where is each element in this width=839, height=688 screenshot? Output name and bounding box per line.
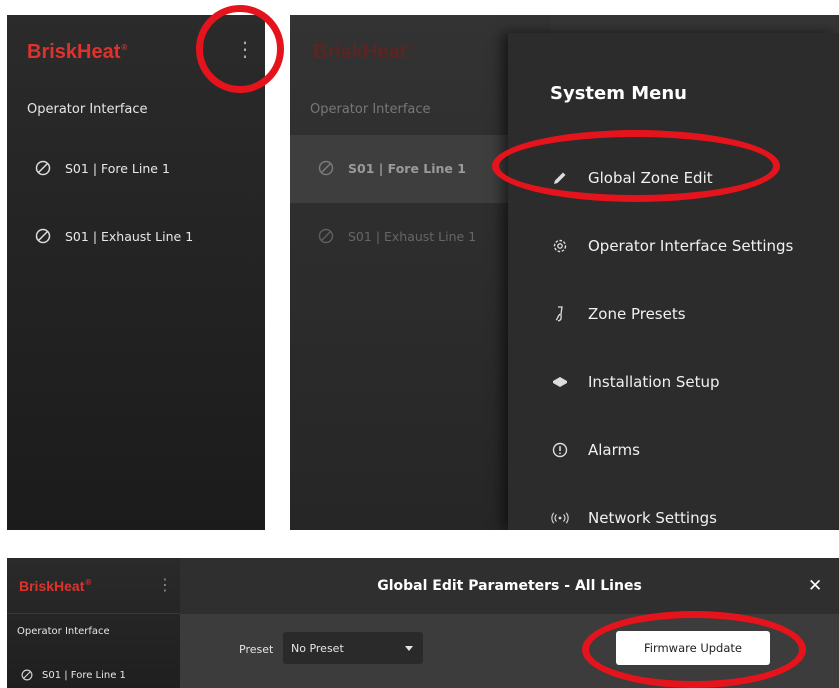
menu-item-zone-presets[interactable]: Zone Presets — [508, 286, 839, 342]
zone-item-exhaust-line[interactable]: S01 | Exhaust Line 1 — [318, 228, 476, 244]
brand-logo: BriskHeat® — [313, 41, 414, 63]
menu-item-label: Zone Presets — [588, 305, 686, 323]
preset-select[interactable]: No Preset — [283, 632, 423, 664]
installation-icon — [550, 372, 570, 392]
preset-label: Preset — [239, 643, 274, 656]
menu-item-installation-setup[interactable]: Installation Setup — [508, 354, 839, 410]
broadcast-icon — [550, 508, 570, 528]
system-menu-title: System Menu — [550, 83, 687, 104]
page-subtitle: Operator Interface — [17, 626, 110, 637]
zone-item-fore-line[interactable]: S01 | Fore Line 1 — [318, 160, 466, 176]
page-subtitle: Operator Interface — [310, 102, 431, 117]
menu-item-label: Operator Interface Settings — [588, 237, 794, 255]
zone-item-label: S01 | Exhaust Line 1 — [65, 228, 194, 244]
sidebar-divider — [7, 613, 180, 614]
page-subtitle: Operator Interface — [27, 102, 148, 117]
menu-item-operator-interface-settings[interactable]: Operator Interface Settings — [508, 218, 839, 274]
zone-item-label: S01 | Fore Line 1 — [42, 669, 126, 681]
zone-item-fore-line[interactable]: S01 | Fore Line 1 — [21, 669, 126, 681]
zone-item-fore-line[interactable]: S01 | Fore Line 1 — [35, 160, 170, 176]
ban-icon — [318, 228, 334, 244]
screenshot-panel-b: BriskHeat® Operator Interface S01 | Fore… — [290, 15, 839, 530]
menu-item-network-settings[interactable]: Network Settings — [508, 490, 839, 530]
zone-item-exhaust-line[interactable]: S01 | Exhaust Line 1 — [35, 228, 193, 244]
menu-item-label: Network Settings — [588, 509, 717, 527]
ban-icon — [318, 160, 334, 176]
brand-logo: BriskHeat® — [19, 578, 92, 594]
close-icon[interactable]: ✕ — [808, 576, 822, 596]
menu-item-label: Alarms — [588, 441, 640, 459]
highlight-ellipse-firmware-update — [582, 611, 806, 688]
zone-presets-icon — [550, 304, 570, 324]
ban-icon — [35, 160, 51, 176]
menu-item-label: Installation Setup — [588, 373, 720, 391]
highlight-circle-menu — [196, 5, 284, 93]
system-menu-drawer: System Menu Global Zone Edit Operator In… — [508, 33, 839, 530]
zone-item-label: S01 | Fore Line 1 — [348, 160, 466, 176]
menu-item-alarms[interactable]: Alarms — [508, 422, 839, 478]
dialog-header: Global Edit Parameters - All Lines ✕ — [180, 558, 839, 614]
highlight-ellipse-global-zone-edit — [492, 130, 780, 202]
sidebar: BriskHeat® ⋮ Operator Interface S01 | Fo… — [7, 558, 180, 688]
gear-icon — [550, 236, 570, 256]
zone-item-label: S01 | Exhaust Line 1 — [348, 228, 477, 244]
dialog-title: Global Edit Parameters - All Lines — [377, 578, 642, 594]
caret-down-icon — [405, 646, 413, 651]
alert-circle-icon — [550, 440, 570, 460]
zone-item-label: S01 | Fore Line 1 — [65, 160, 170, 176]
ban-icon — [21, 669, 33, 681]
ban-icon — [35, 228, 51, 244]
brand-logo: BriskHeat® — [27, 41, 128, 63]
preset-select-value: No Preset — [291, 642, 344, 655]
more-vertical-icon[interactable]: ⋮ — [157, 575, 173, 595]
screenshot-panel-a: BriskHeat® ⋮ Operator Interface S01 | Fo… — [7, 15, 265, 530]
